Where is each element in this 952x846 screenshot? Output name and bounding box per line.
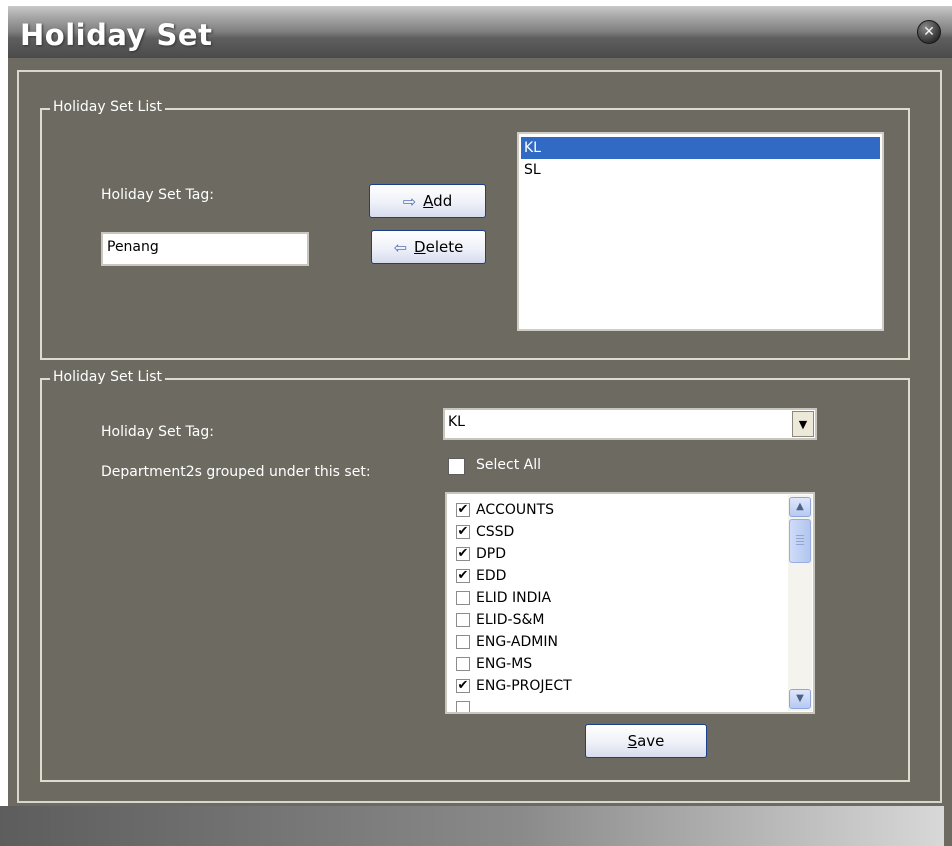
list-item[interactable]: ENG-MS [456,653,532,675]
select-all-label[interactable]: Select All [476,457,541,473]
list-item[interactable]: ✔ ACCOUNTS [456,499,554,521]
department-name: ACCOUNTS [476,502,555,518]
department-name: EDD [476,568,507,584]
holiday-set-tag-select[interactable]: KL ▼ [443,408,817,440]
save-button-label: Save [627,732,665,750]
department-checkbox[interactable]: ✔ [456,547,470,561]
department-checkbox[interactable] [456,613,470,627]
select-value: KL [448,414,465,430]
scroll-up-icon[interactable]: ▲ [789,497,811,517]
department-checkbox[interactable] [456,635,470,649]
department-checkbox[interactable]: ✔ [456,569,470,583]
holiday-set-listbox[interactable]: KL SL [517,132,884,331]
window-title: Holiday Set [20,18,213,52]
holiday-set-window: Holiday Set ✕ Holiday Set List Holiday S… [8,6,952,846]
group-legend: Holiday Set List [50,99,165,115]
department-name: ENG-ADMIN [476,634,558,650]
department-name: ENG-PROJECT [476,678,572,694]
holiday-set-tag-label: Holiday Set Tag: [101,187,214,203]
department-checkbox[interactable] [456,657,470,671]
department-checkbox[interactable] [456,701,470,712]
list-item[interactable]: ELID-S&M [456,609,545,631]
list-item[interactable]: ✔ DPD [456,543,506,565]
list-item[interactable]: ENG-ADMIN [456,631,558,653]
vertical-scrollbar[interactable]: ▲ ▼ [788,495,812,711]
scrollbar-thumb[interactable] [789,519,811,563]
delete-button[interactable]: ⇦ Delete [371,230,486,264]
list-item[interactable]: SL [521,159,880,181]
department-checkbox[interactable]: ✔ [456,679,470,693]
holiday-set-tag-input[interactable]: Penang [101,232,309,266]
chevron-down-icon[interactable]: ▼ [792,411,814,437]
list-item[interactable]: ELID INDIA [456,587,551,609]
department-checkbox[interactable] [456,591,470,605]
department-checklist[interactable]: ✔ ACCOUNTS ✔ CSSD ✔ DPD ✔ EDD ELID INDIA… [445,492,815,714]
select-all-checkbox[interactable] [448,458,465,475]
list-item[interactable]: KL [521,137,880,159]
delete-button-label: Delete [414,238,464,256]
list-item[interactable]: ✔ CSSD [456,521,514,543]
holiday-set-tag-label: Holiday Set Tag: [101,424,214,440]
department-name: CSSD [476,524,515,540]
departments-label: Department2s grouped under this set: [101,464,371,480]
title-bar: Holiday Set ✕ [8,6,952,58]
department-name: DPD [476,546,507,562]
add-button[interactable]: ⇨ Add [369,184,486,218]
department-name: ENG-MS [476,656,533,672]
department-checkbox[interactable]: ✔ [456,525,470,539]
department-checkbox[interactable]: ✔ [456,503,470,517]
department-name: ELID INDIA [476,590,552,606]
department-name: ELID-S&M [476,612,545,628]
save-button[interactable]: Save [585,724,707,758]
arrow-left-icon: ⇦ [393,237,408,257]
list-item[interactable] [456,697,476,712]
add-button-label: Add [423,192,453,210]
list-item[interactable]: ✔ EDD [456,565,506,587]
list-item[interactable]: ✔ ENG-PROJECT [456,675,572,697]
close-icon[interactable]: ✕ [917,20,941,44]
arrow-right-icon: ⇨ [402,191,417,211]
bottom-bar [0,806,944,846]
group-legend: Holiday Set List [50,369,165,385]
scroll-down-icon[interactable]: ▼ [789,689,811,709]
